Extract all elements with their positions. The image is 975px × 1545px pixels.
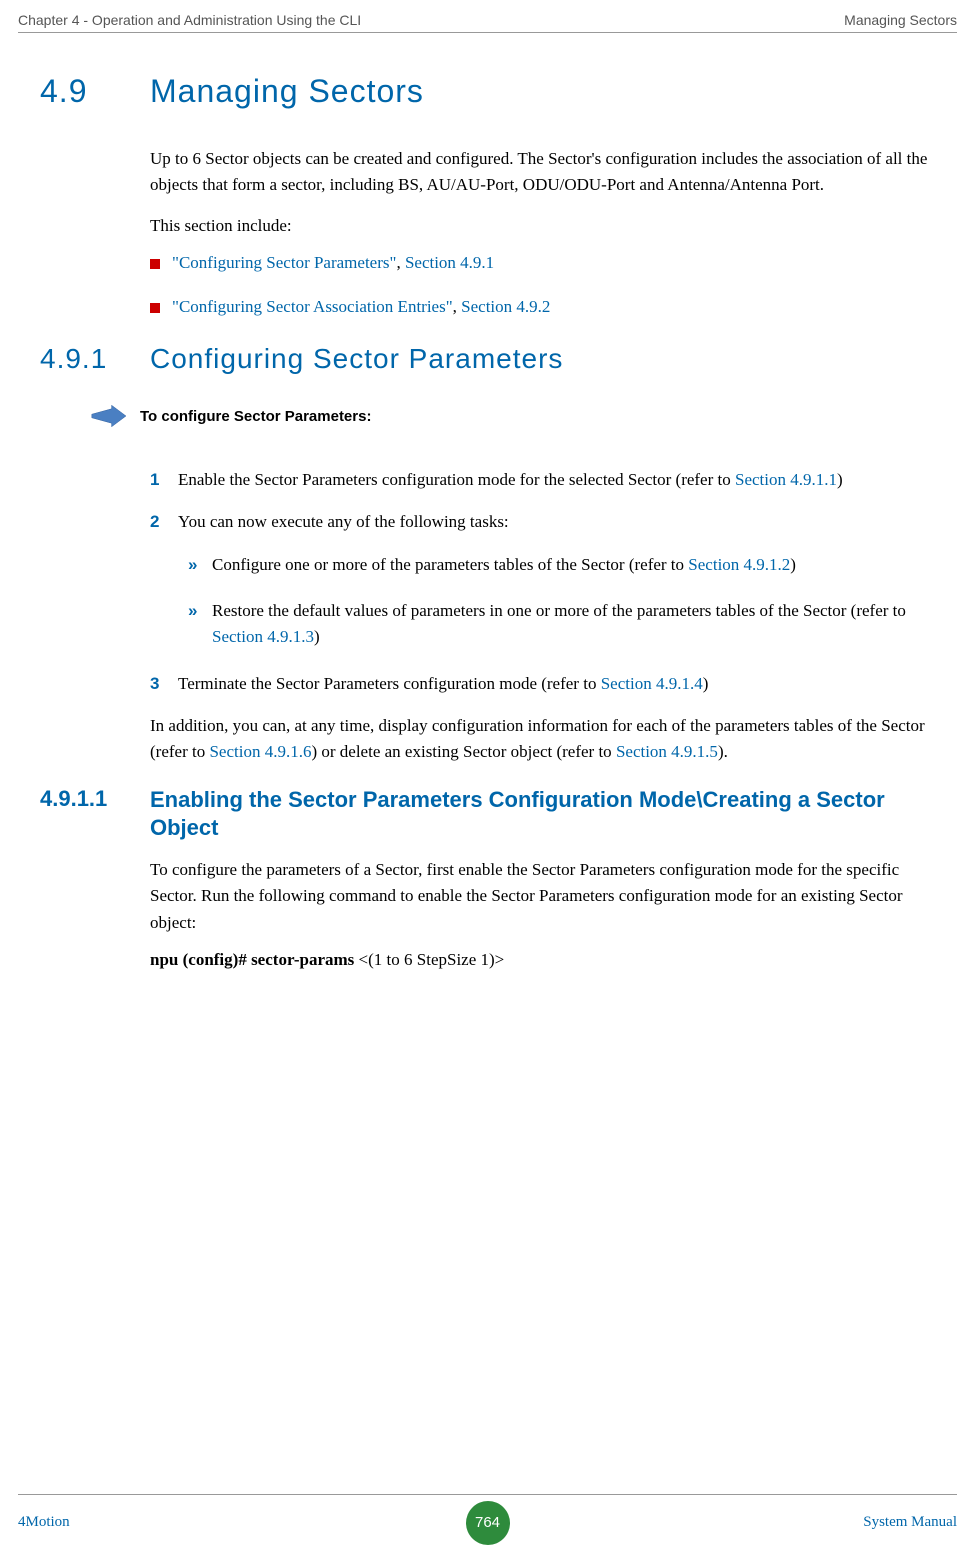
bullet-square-icon [150,259,160,269]
footer-product-name: 4Motion [18,1514,70,1531]
command-bold-part: npu (config)# sector-params [150,950,359,969]
step-number: 3 [150,671,178,697]
body-paragraph: To configure the parameters of a Sector,… [150,857,935,936]
header-divider [18,32,957,33]
header-chapter: Chapter 4 - Operation and Administration… [18,12,361,28]
section-4-9-1-1-heading: 4.9.1.1 Enabling the Sector Parameters C… [40,786,935,843]
chevron-icon: » [188,598,212,624]
command-args: <(1 to 6 StepSize 1)> [359,950,505,969]
step-text: Terminate the Sector Parameters configur… [178,671,935,697]
link-section-4-9-1-5[interactable]: Section 4.9.1.5 [616,742,718,761]
separator-text: , [396,253,405,272]
list-item: "Configuring Sector Parameters", Section… [150,253,935,273]
step-3: 3 Terminate the Sector Parameters config… [150,671,935,697]
sub-task-text: Configure one or more of the parameters … [212,552,796,578]
intro-paragraph-1: Up to 6 Sector objects can be created an… [150,146,935,199]
section-4-9-heading: 4.9 Managing Sectors [40,73,935,110]
list-item: "Configuring Sector Association Entries"… [150,297,935,317]
link-section-4-9-1[interactable]: Section 4.9.1 [405,253,494,272]
footer-divider [18,1494,957,1495]
step-number: 2 [150,509,178,535]
link-section-4-9-2[interactable]: Section 4.9.2 [461,297,550,316]
sub-tasks-list: » Configure one or more of the parameter… [188,552,935,651]
subsection-number: 4.9.1 [40,343,150,375]
link-section-4-9-1-4[interactable]: Section 4.9.1.4 [601,674,703,693]
text-part: ) [703,674,709,693]
chevron-icon: » [188,552,212,578]
text-part: ) [314,627,320,646]
bullet-text: "Configuring Sector Parameters", Section… [172,253,494,273]
text-part: Restore the default values of parameters… [212,601,906,620]
link-section-4-9-1-2[interactable]: Section 4.9.1.2 [688,555,790,574]
link-section-4-9-1-6[interactable]: Section 4.9.1.6 [209,742,311,761]
step-2: 2 You can now execute any of the followi… [150,509,935,535]
step-1: 1 Enable the Sector Parameters configura… [150,467,935,493]
subsubsection-number: 4.9.1.1 [40,786,150,843]
page-content: 4.9 Managing Sectors Up to 6 Sector obje… [0,73,975,970]
link-section-4-9-1-3[interactable]: Section 4.9.1.3 [212,627,314,646]
bullet-square-icon [150,303,160,313]
procedure-label: To configure Sector Parameters: [140,408,371,425]
step-number: 1 [150,467,178,493]
link-configuring-sector-association[interactable]: "Configuring Sector Association Entries" [172,297,453,316]
text-part: ) or delete an existing Sector object (r… [311,742,615,761]
step-text: You can now execute any of the following… [178,509,935,535]
step-text-part: ) [837,470,843,489]
page-header: Chapter 4 - Operation and Administration… [0,0,975,32]
subsubsection-title: Enabling the Sector Parameters Configura… [150,786,935,843]
section-links-list: "Configuring Sector Parameters", Section… [150,253,935,317]
page-footer: 4Motion 764 System Manual [0,1500,975,1545]
subsection-title: Configuring Sector Parameters [150,343,935,375]
page-number-badge: 764 [466,1501,510,1545]
procedure-steps-continued: 3 Terminate the Sector Parameters config… [150,671,935,697]
text-part: ) [790,555,796,574]
sub-task-item: » Configure one or more of the parameter… [188,552,935,578]
text-part: Configure one or more of the parameters … [212,555,688,574]
procedure-steps: 1 Enable the Sector Parameters configura… [150,467,935,536]
step-text-part: Enable the Sector Parameters configurati… [178,470,735,489]
text-part: ). [718,742,728,761]
link-section-4-9-1-1[interactable]: Section 4.9.1.1 [735,470,837,489]
additional-info-paragraph: In addition, you can, at any time, displ… [150,713,935,766]
separator-text: , [453,297,462,316]
bullet-text: "Configuring Sector Association Entries"… [172,297,550,317]
section-number: 4.9 [40,73,150,110]
intro-paragraph-2: This section include: [150,213,935,239]
procedure-header: To configure Sector Parameters: [90,405,935,427]
sub-task-text: Restore the default values of parameters… [212,598,935,651]
cli-command: npu (config)# sector-params <(1 to 6 Ste… [150,950,935,970]
sub-task-item: » Restore the default values of paramete… [188,598,935,651]
arrow-right-icon [90,405,126,427]
header-section: Managing Sectors [844,12,957,28]
footer-document-type: System Manual [863,1514,957,1531]
section-title: Managing Sectors [150,73,935,110]
step-text: Enable the Sector Parameters configurati… [178,467,935,493]
link-configuring-sector-parameters[interactable]: "Configuring Sector Parameters" [172,253,396,272]
section-4-9-1-heading: 4.9.1 Configuring Sector Parameters [40,343,935,375]
text-part: Terminate the Sector Parameters configur… [178,674,601,693]
